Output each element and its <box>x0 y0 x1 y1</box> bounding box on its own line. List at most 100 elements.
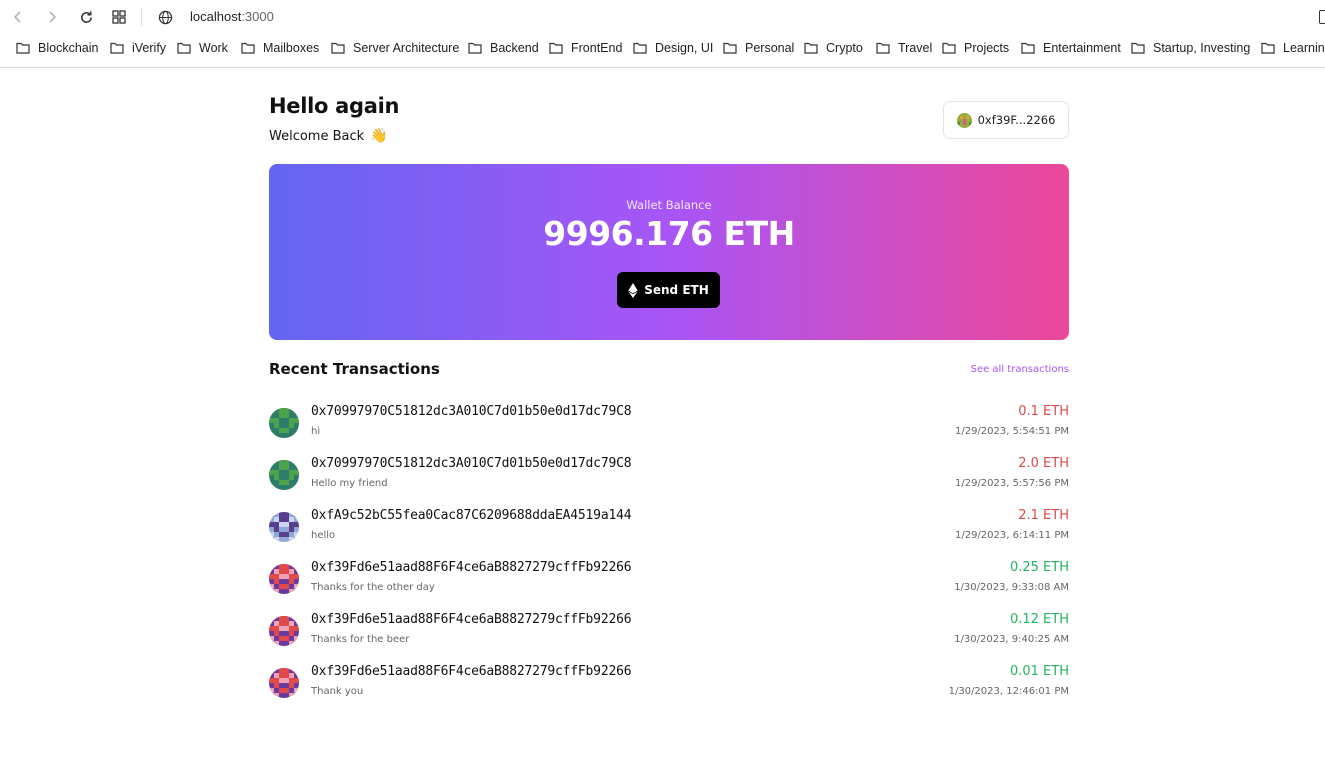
folder-icon <box>331 42 345 54</box>
bookmarks-bar: Blockchain iVerify Work Mailboxes Server Arc… <box>0 37 1325 63</box>
globe-icon <box>154 6 176 28</box>
wave-emoji: 👋 <box>370 128 388 144</box>
bookmark-label: Mailboxes <box>263 41 320 55</box>
transaction-amount: 2.1 ETH <box>1018 508 1069 523</box>
bookmark-item[interactable]: Mailboxes <box>241 41 319 55</box>
bookmark-label: Server Architecture <box>353 41 460 55</box>
back-arrow-icon[interactable] <box>7 6 29 28</box>
bookmark-item[interactable]: Entertainment <box>1021 41 1121 55</box>
bookmark-label: Work <box>199 41 228 55</box>
folder-icon <box>1021 42 1035 54</box>
transaction-amount: 0.12 ETH <box>1009 612 1069 627</box>
send-eth-button[interactable]: Send ETH <box>617 272 720 308</box>
bookmark-label: Backend <box>490 41 539 55</box>
toolbar-divider <box>141 8 142 26</box>
account-avatar <box>956 112 972 128</box>
transaction-message: hello <box>311 530 336 541</box>
transaction-row[interactable]: 0xfA9c52bC55fea0Cac87C6209688ddaEA4519a1… <box>269 508 1069 552</box>
transaction-date: 1/30/2023, 12:46:01 PM <box>948 686 1069 697</box>
bookmark-item[interactable]: Work <box>177 41 228 55</box>
bookmark-label: FrontEnd <box>571 41 623 55</box>
bookmark-label: Projects <box>964 41 1010 55</box>
recent-transactions-title: Recent Transactions <box>269 360 440 378</box>
bookmark-item[interactable]: Backend <box>468 41 539 55</box>
welcome-label: Welcome Back <box>269 128 365 144</box>
transaction-address: 0xf39Fd6e51aad88F6F4ce6aB8827279cffFb922… <box>311 664 632 679</box>
bookmark-item[interactable]: Crypto <box>804 41 863 55</box>
transaction-address: 0xfA9c52bC55fea0Cac87C6209688ddaEA4519a1… <box>311 508 632 523</box>
transaction-avatar <box>269 512 299 542</box>
folder-icon <box>16 42 30 54</box>
sidebar-toggle-icon[interactable] <box>1319 10 1325 24</box>
folder-icon <box>942 42 956 54</box>
bookmark-item[interactable]: Startup, Investing <box>1131 41 1250 55</box>
bookmark-item[interactable]: Projects <box>942 41 1009 55</box>
transaction-row[interactable]: 0xf39Fd6e51aad88F6F4ce6aB8827279cffFb922… <box>269 664 1069 708</box>
bookmark-item[interactable]: Server Architecture <box>331 41 459 55</box>
transaction-message: Thanks for the other day <box>311 582 435 593</box>
transaction-row[interactable]: 0xf39Fd6e51aad88F6F4ce6aB8827279cffFb922… <box>269 560 1069 604</box>
folder-icon <box>549 42 563 54</box>
folder-icon <box>241 42 255 54</box>
transaction-avatar <box>269 460 299 490</box>
address-bar[interactable]: localhost:3000 <box>190 9 274 24</box>
transaction-address: 0xf39Fd6e51aad88F6F4ce6aB8827279cffFb922… <box>311 560 632 575</box>
folder-icon <box>177 42 191 54</box>
bookmark-item[interactable]: Learning <box>1261 41 1325 55</box>
transaction-row[interactable]: 0xf39Fd6e51aad88F6F4ce6aB8827279cffFb922… <box>269 612 1069 656</box>
bookmark-item[interactable]: FrontEnd <box>549 41 622 55</box>
bookmark-label: Personal <box>745 41 795 55</box>
transaction-address: 0x70997970C51812dc3A010C7d01b50e0d17dc79… <box>311 456 632 471</box>
balance-value: 9996.176 ETH <box>543 214 795 253</box>
folder-icon <box>110 42 124 54</box>
reload-icon[interactable] <box>75 6 97 28</box>
bookmark-label: Blockchain <box>38 41 99 55</box>
tabs-grid-icon[interactable] <box>108 6 130 28</box>
bookmark-item[interactable]: Travel <box>876 41 932 55</box>
transaction-message: Thank you <box>311 686 364 697</box>
chrome-divider <box>0 67 1325 68</box>
transaction-date: 1/30/2023, 9:33:08 AM <box>954 582 1069 593</box>
transaction-message: Thanks for the beer <box>311 634 410 645</box>
transaction-date: 1/29/2023, 6:14:11 PM <box>954 530 1069 541</box>
transaction-avatar <box>269 668 299 698</box>
bookmark-item[interactable]: iVerify <box>110 41 166 55</box>
transaction-row[interactable]: 0x70997970C51812dc3A010C7d01b50e0d17dc79… <box>269 456 1069 500</box>
bookmark-label: Entertainment <box>1043 41 1121 55</box>
transaction-address: 0xf39Fd6e51aad88F6F4ce6aB8827279cffFb922… <box>311 612 632 627</box>
folder-icon <box>468 42 482 54</box>
welcome-text: Welcome Back 👋 <box>269 128 388 144</box>
bookmark-label: Startup, Investing <box>1153 41 1251 55</box>
transaction-row[interactable]: 0x70997970C51812dc3A010C7d01b50e0d17dc79… <box>269 404 1069 448</box>
transaction-amount: 0.01 ETH <box>1009 664 1069 679</box>
bookmark-label: iVerify <box>132 41 167 55</box>
transaction-address: 0x70997970C51812dc3A010C7d01b50e0d17dc79… <box>311 404 632 419</box>
transaction-date: 1/30/2023, 9:40:25 AM <box>954 634 1069 645</box>
balance-card: Wallet Balance 9996.176 ETH Send ETH <box>269 164 1069 340</box>
folder-icon <box>1261 42 1275 54</box>
forward-arrow-icon[interactable] <box>41 6 63 28</box>
transaction-amount: 2.0 ETH <box>1018 456 1069 471</box>
bookmark-item[interactable]: Personal <box>723 41 794 55</box>
bookmark-label: Design, UI <box>655 41 714 55</box>
account-address: 0xf39F...2266 <box>977 113 1056 127</box>
folder-icon <box>804 42 818 54</box>
transaction-message: Hello my friend <box>311 478 388 489</box>
folder-icon <box>723 42 737 54</box>
transaction-date: 1/29/2023, 5:57:56 PM <box>954 478 1069 489</box>
folder-icon <box>1131 42 1145 54</box>
transaction-amount: 0.1 ETH <box>1018 404 1069 419</box>
see-all-transactions-link[interactable]: See all transactions <box>971 364 1069 375</box>
transaction-avatar <box>269 616 299 646</box>
bookmark-label: Learning <box>1283 41 1325 55</box>
browser-toolbar: localhost:3000 <box>0 0 1325 34</box>
bookmark-item[interactable]: Blockchain <box>16 41 98 55</box>
transaction-date: 1/29/2023, 5:54:51 PM <box>954 426 1069 437</box>
ethereum-icon <box>628 282 638 298</box>
url-port: :3000 <box>241 9 274 24</box>
folder-icon <box>876 42 890 54</box>
folder-icon <box>633 42 647 54</box>
bookmark-label: Crypto <box>826 41 863 55</box>
bookmark-item[interactable]: Design, UI <box>633 41 713 55</box>
account-button[interactable]: 0xf39F...2266 <box>943 101 1069 139</box>
